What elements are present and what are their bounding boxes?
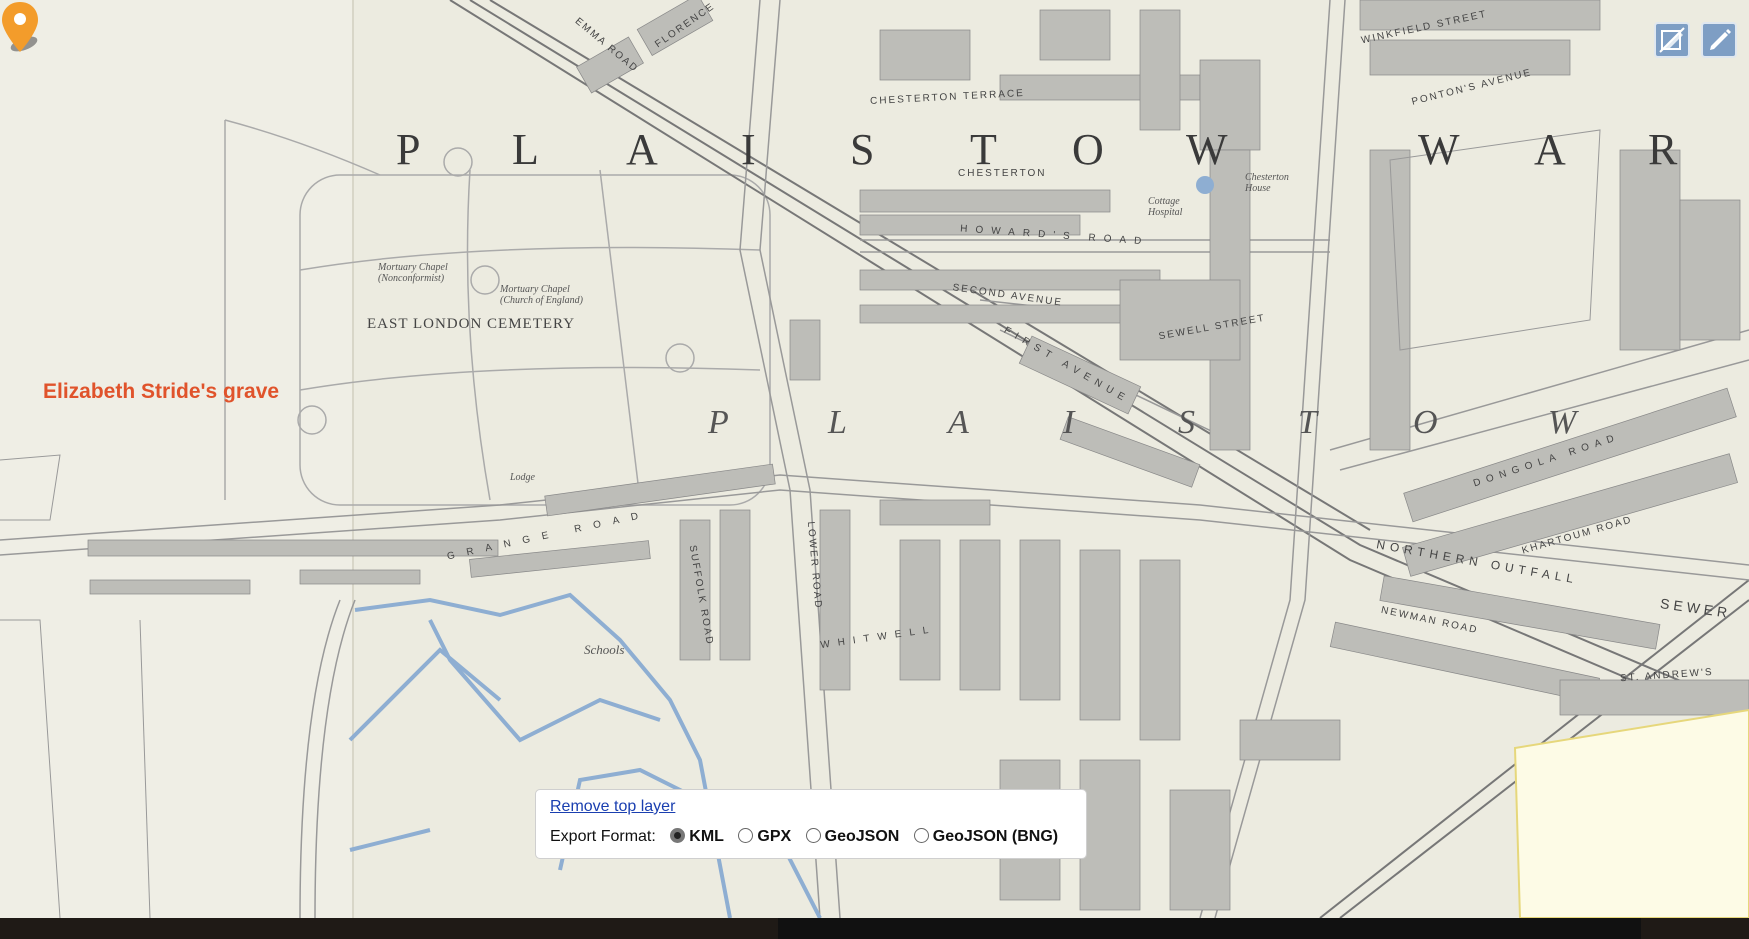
title-letter: L bbox=[828, 404, 847, 441]
cemetery-label: EAST LONDON CEMETERY bbox=[367, 316, 576, 332]
edit-off-button[interactable] bbox=[1654, 22, 1690, 58]
title-letter: W bbox=[1186, 125, 1228, 174]
title-letter: W bbox=[1548, 404, 1577, 441]
title-letter: I bbox=[741, 125, 756, 174]
chapel-nonconformist-label: Mortuary Chapel (Nonconformist) bbox=[378, 262, 448, 284]
layer-panel: Remove top layer Export Format: KML GPX … bbox=[535, 789, 1087, 859]
option-gpx-label[interactable]: GPX bbox=[757, 828, 791, 845]
title-letter: S bbox=[850, 125, 875, 174]
map-pin-icon[interactable] bbox=[0, 0, 40, 56]
title-letter: A bbox=[626, 125, 658, 174]
bottom-strip bbox=[0, 918, 1749, 939]
bottom-strip-segment bbox=[778, 918, 1641, 939]
title-letter: P bbox=[708, 404, 729, 441]
export-format-row: Export Format: KML GPX GeoJSON GeoJSON (… bbox=[550, 828, 1058, 846]
district-title-right: W A R bbox=[1418, 124, 1718, 174]
street-chesterton: CHESTERTON bbox=[958, 168, 1047, 179]
title-letter: I bbox=[1063, 404, 1075, 441]
radio-geojson-bng[interactable] bbox=[913, 828, 929, 843]
map-canvas[interactable]: P L A I S T O W W A R P L A I S T O W EA… bbox=[0, 0, 1749, 918]
option-geojson-label[interactable]: GeoJSON bbox=[825, 828, 900, 845]
schools-label: Schools bbox=[584, 642, 625, 657]
remove-top-layer-link[interactable]: Remove top layer bbox=[550, 798, 675, 816]
title-letter: R bbox=[1648, 125, 1678, 174]
title-letter: L bbox=[512, 125, 539, 174]
pencil-icon bbox=[1710, 29, 1731, 50]
title-letter: W bbox=[1418, 125, 1460, 174]
radio-geojson[interactable] bbox=[805, 828, 821, 843]
marker-label[interactable]: Elizabeth Stride's grave bbox=[43, 380, 279, 404]
title-letter: P bbox=[396, 125, 421, 174]
district-title-italic: P L A I S T O W bbox=[708, 404, 1608, 444]
title-letter: A bbox=[1534, 125, 1566, 174]
export-format-label: Export Format: bbox=[550, 828, 656, 845]
cottage-hospital-label: Cottage Hospital bbox=[1148, 196, 1183, 218]
chesterton-house-label: Chesterton House bbox=[1245, 172, 1289, 194]
lodge-label: Lodge bbox=[510, 472, 535, 483]
chapel-england-label: Mortuary Chapel (Church of England) bbox=[500, 284, 583, 306]
radio-kml[interactable] bbox=[670, 828, 686, 843]
edit-button[interactable] bbox=[1701, 22, 1737, 58]
title-letter: O bbox=[1072, 125, 1104, 174]
option-geojson-bng-label[interactable]: GeoJSON (BNG) bbox=[933, 828, 1058, 845]
title-letter: A bbox=[948, 404, 969, 441]
title-letter: O bbox=[1413, 404, 1438, 441]
edit-off-icon bbox=[1659, 27, 1685, 53]
radio-gpx[interactable] bbox=[738, 828, 754, 843]
option-kml-label[interactable]: KML bbox=[689, 828, 724, 845]
title-letter: T bbox=[1298, 404, 1317, 441]
title-letter: S bbox=[1178, 404, 1195, 441]
